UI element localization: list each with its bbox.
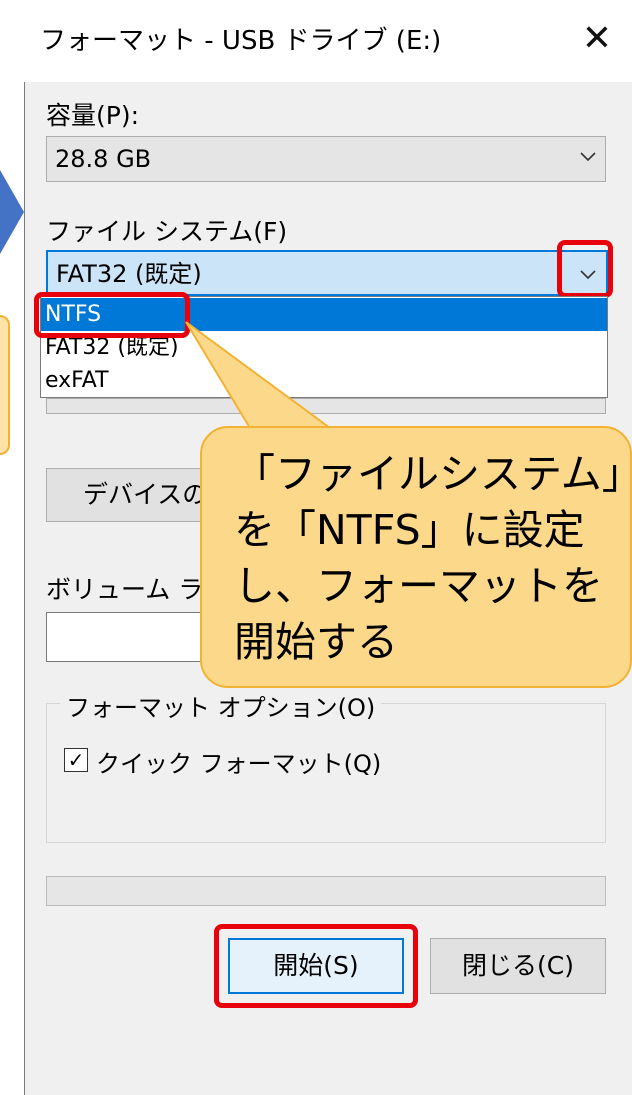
quick-format-label: クイック フォーマット(Q) bbox=[96, 750, 382, 778]
highlight-dropdown-arrow bbox=[557, 240, 613, 298]
chevron-down-icon bbox=[578, 146, 598, 172]
capacity-label: 容量(P): bbox=[46, 101, 140, 130]
capacity-value: 28.8 GB bbox=[55, 145, 152, 173]
filesystem-select[interactable]: FAT32 (既定) bbox=[46, 250, 608, 296]
filesystem-label: ファイル システム(F) bbox=[46, 217, 288, 246]
format-options-title: フォーマット オプション(O) bbox=[60, 688, 382, 723]
slide-background bbox=[0, 0, 24, 1095]
quick-format-checkbox[interactable]: ✓ bbox=[64, 748, 88, 772]
highlight-start-button bbox=[214, 924, 418, 1008]
close-button[interactable]: 閉じる(C) bbox=[430, 938, 606, 994]
highlight-ntfs-option bbox=[34, 292, 190, 338]
arrow-shape bbox=[0, 170, 24, 254]
close-icon[interactable]: ✕ bbox=[570, 12, 624, 66]
window-title: フォーマット - USB ドライブ (E:) bbox=[40, 26, 442, 56]
capacity-select[interactable]: 28.8 GB bbox=[46, 136, 606, 182]
callout-text: 「ファイルシステム」を「NTFS」に設定し、フォーマットを開始する bbox=[234, 450, 623, 666]
side-callout-shape bbox=[0, 315, 10, 455]
filesystem-value: FAT32 (既定) bbox=[56, 260, 202, 288]
progress-bar bbox=[46, 876, 606, 906]
